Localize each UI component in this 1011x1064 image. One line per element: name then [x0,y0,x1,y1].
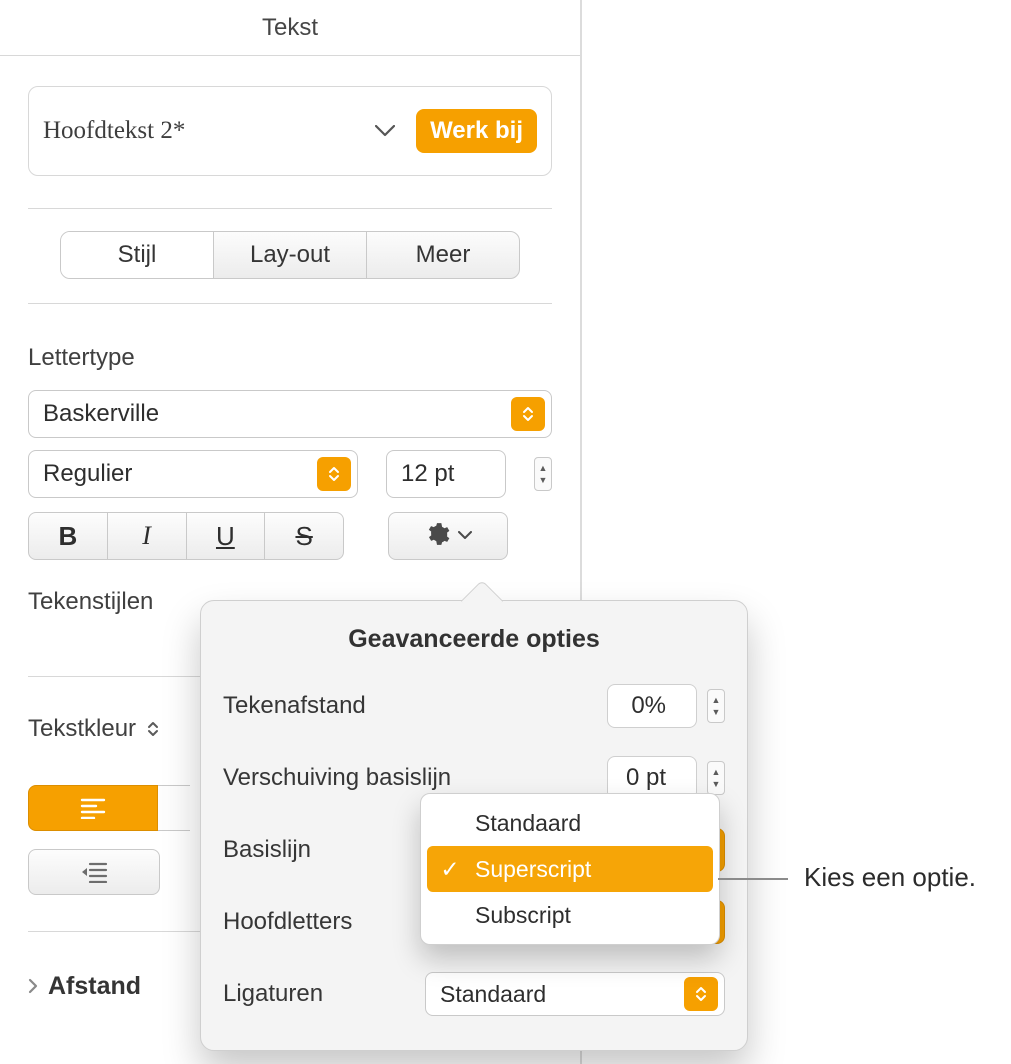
character-spacing-label: Tekenafstand [223,692,366,720]
panel-title: Tekst [0,0,580,56]
checkmark-icon: ✓ [439,856,461,883]
divider [28,303,552,304]
spacing-label: Afstand [48,972,141,1001]
font-size-stepper[interactable]: ▲ ▼ [534,457,552,491]
baseline-shift-stepper[interactable]: ▲ ▼ [707,761,725,795]
menu-item-label: Standaard [475,810,581,837]
italic-button[interactable]: I [108,513,187,559]
ligatures-label: Ligaturen [223,980,323,1008]
divider [28,208,552,209]
baseline-menu: Standaard ✓ Superscript Subscript [420,793,720,945]
font-size-field[interactable]: 12 pt [386,450,506,498]
decrease-indent-button[interactable] [28,849,160,895]
gear-icon [424,521,450,552]
callout-text: Kies een optie. [804,862,976,893]
alignment-remainder [158,785,190,831]
inspector-tabs: Stijl Lay-out Meer [60,231,520,279]
chevron-up-icon: ▲ [539,464,548,473]
baseline-option-subscript[interactable]: Subscript [427,892,713,938]
text-color-label: Tekstkleur [28,715,136,743]
popup-arrows-icon [684,977,718,1011]
popup-arrows-icon [511,397,545,431]
font-weight-value: Regulier [43,460,132,488]
baseline-label: Basislijn [223,836,311,864]
chevron-down-icon [458,527,472,545]
update-style-button[interactable]: Werk bij [416,109,537,153]
baseline-shift-label: Verschuiving basislijn [223,764,451,792]
font-weight-select[interactable]: Regulier [28,450,358,498]
font-family-select[interactable]: Baskerville [28,390,552,438]
align-left-button[interactable] [28,785,158,831]
font-section-label: Lettertype [28,344,552,372]
advanced-options-button[interactable] [388,512,508,560]
paragraph-style-name[interactable]: Hoofdtekst 2* [43,117,354,145]
font-style-group: B I U S [28,512,344,560]
tab-more[interactable]: Meer [367,232,519,278]
popup-arrows-icon [317,457,351,491]
chevron-up-icon: ▲ [712,767,721,777]
baseline-option-standard[interactable]: Standaard [427,800,713,846]
paragraph-style-box: Hoofdtekst 2* Werk bij [28,86,552,176]
tab-layout[interactable]: Lay-out [214,232,367,278]
ligatures-value: Standaard [440,981,546,1008]
ligatures-select[interactable]: Standaard [425,972,725,1016]
chevron-down-icon[interactable] [368,114,402,148]
bold-button[interactable]: B [29,513,108,559]
chevron-down-icon: ▼ [539,476,548,485]
font-size-value: 12 pt [401,460,454,488]
font-family-value: Baskerville [43,400,159,428]
chevron-right-icon [28,972,38,1001]
chevron-down-icon: ▼ [712,779,721,789]
popup-arrows-icon [144,720,162,738]
callout-line [718,878,788,880]
underline-button[interactable]: U [187,513,266,559]
menu-item-label: Superscript [475,856,591,883]
character-spacing-field[interactable]: 0% [607,684,697,728]
chevron-up-icon: ▲ [712,695,721,705]
character-spacing-stepper[interactable]: ▲ ▼ [707,689,725,723]
strikethrough-button[interactable]: S [265,513,343,559]
tab-style[interactable]: Stijl [61,232,214,278]
chevron-down-icon: ▼ [712,707,721,717]
menu-item-label: Subscript [475,902,571,929]
capitalization-label: Hoofdletters [223,908,352,936]
baseline-option-superscript[interactable]: ✓ Superscript [427,846,713,892]
